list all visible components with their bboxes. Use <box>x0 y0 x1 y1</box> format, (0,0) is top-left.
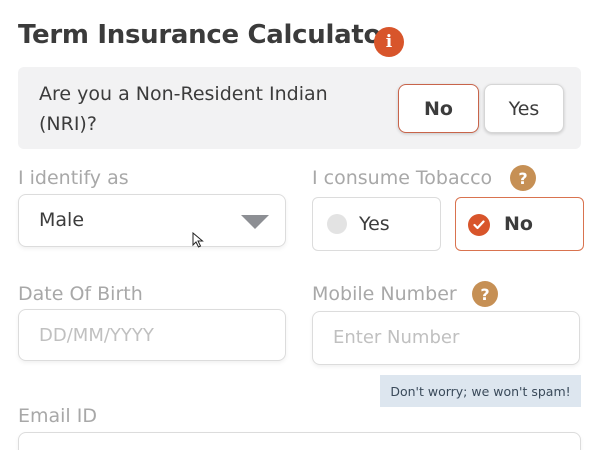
tobacco-help-icon[interactable]: ? <box>510 165 536 191</box>
email-label: Email ID <box>18 405 97 427</box>
tobacco-no-label: No <box>504 213 533 235</box>
nri-yes-button[interactable]: Yes <box>484 84 564 133</box>
gender-select[interactable]: Male <box>18 194 286 247</box>
tobacco-label: I consume Tobacco <box>312 167 493 189</box>
tobacco-yes-label: Yes <box>359 213 390 235</box>
gender-select-value: Male <box>39 209 85 231</box>
mobile-input[interactable]: Enter Number <box>312 311 580 365</box>
dob-input[interactable]: DD/MM/YYYY <box>18 309 286 361</box>
mobile-placeholder: Enter Number <box>333 327 460 348</box>
gender-label: I identify as <box>18 167 129 189</box>
radio-unchecked-icon <box>327 214 347 234</box>
nri-question-text: Are you a Non-Resident Indian (NRI)? <box>39 83 328 135</box>
email-input[interactable] <box>18 432 581 450</box>
tobacco-no-option[interactable]: No <box>455 197 584 251</box>
caret-down-icon <box>241 215 269 229</box>
mobile-label: Mobile Number <box>312 283 457 305</box>
tobacco-yes-option[interactable]: Yes <box>312 197 441 251</box>
nri-question-panel: Are you a Non-Resident Indian (NRI)? No … <box>18 67 581 149</box>
info-icon[interactable]: i <box>374 27 404 57</box>
mouse-cursor-icon <box>192 232 204 248</box>
page-title: Term Insurance Calculator <box>18 20 394 50</box>
dob-placeholder: DD/MM/YYYY <box>39 325 154 346</box>
mobile-hint: Don't worry; we won't spam! <box>380 375 581 407</box>
mobile-help-icon[interactable]: ? <box>472 281 498 307</box>
radio-checked-icon <box>468 214 490 236</box>
nri-no-button[interactable]: No <box>398 84 479 133</box>
dob-label: Date Of Birth <box>18 283 143 305</box>
